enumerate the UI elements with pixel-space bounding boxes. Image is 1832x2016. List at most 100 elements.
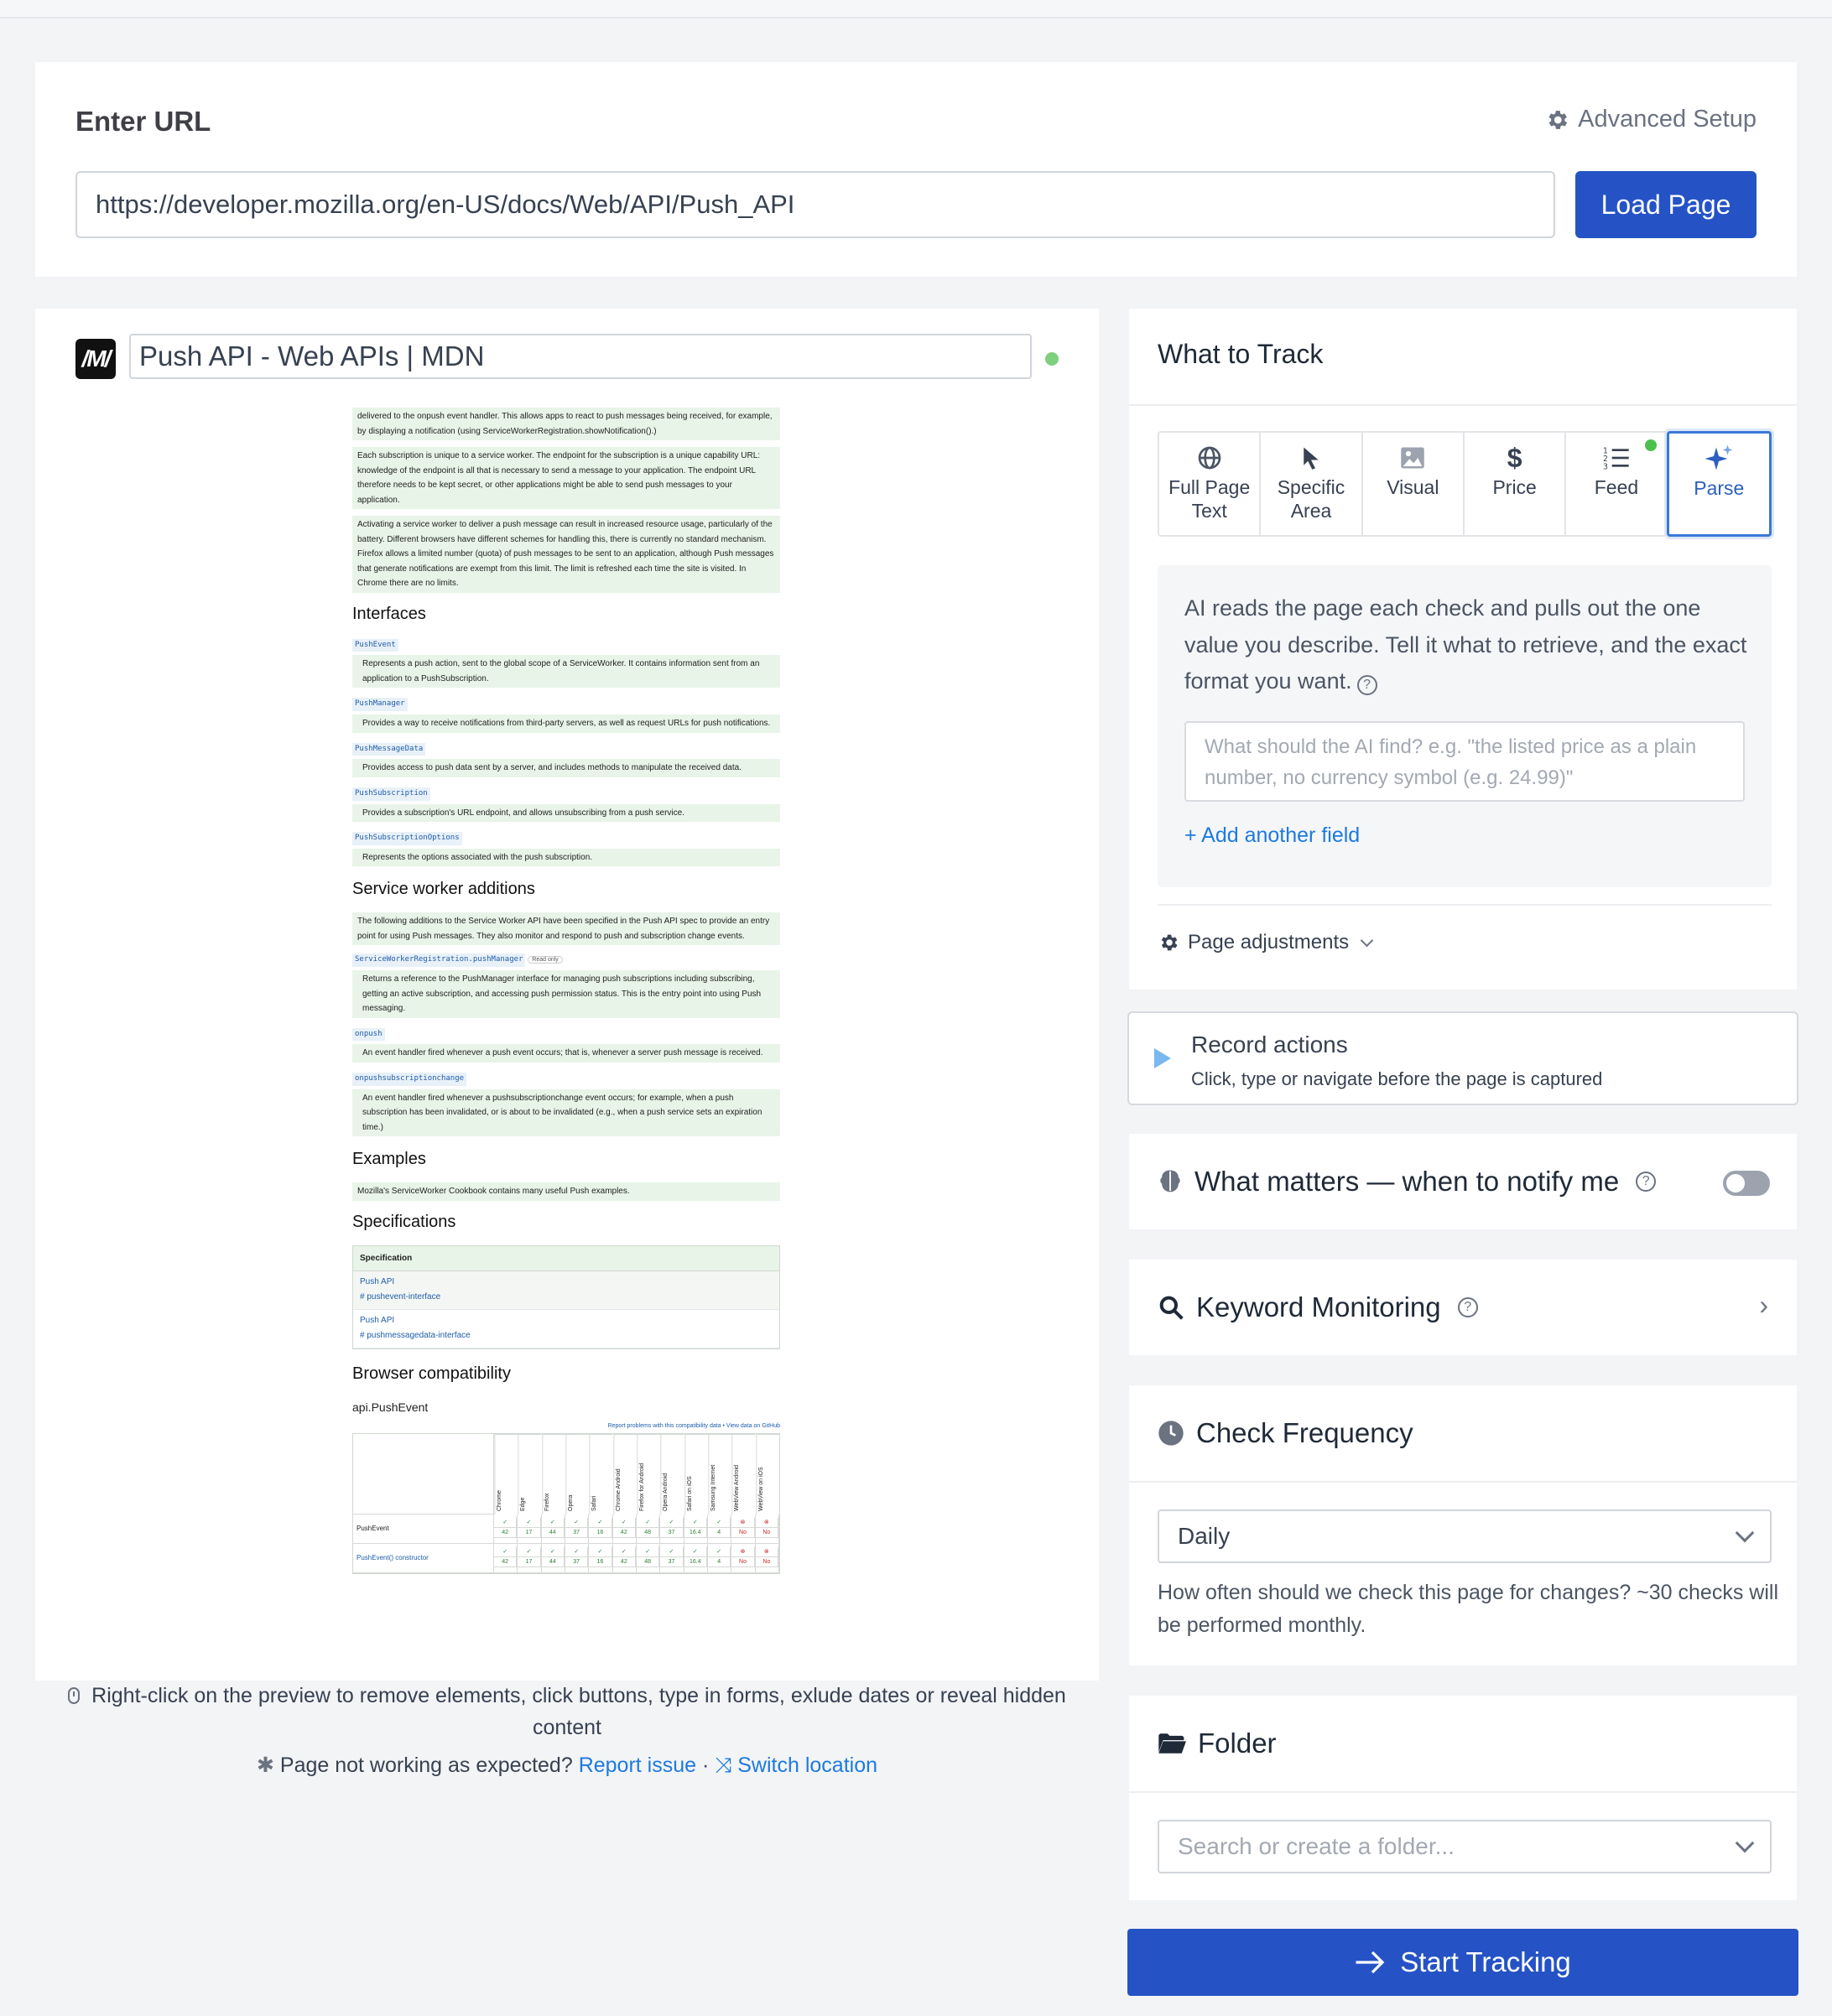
compat-cell[interactable]: ✓ 44	[541, 1514, 565, 1544]
mode-feed[interactable]: 123 Feed	[1566, 433, 1668, 535]
cross-icon: ⊗	[755, 1546, 778, 1557]
check-icon: ✓	[684, 1517, 707, 1528]
compat-version: 44	[541, 1527, 565, 1539]
page-title-field[interactable]: Push API - Web APIs | MDN	[129, 334, 1032, 379]
check-icon: ✓	[518, 1546, 541, 1557]
chevron-right-icon: ›	[1759, 1290, 1768, 1320]
notify-toggle[interactable]	[1723, 1171, 1770, 1196]
chevron-down-icon	[1735, 1833, 1755, 1853]
spec-name: Push API	[360, 1316, 395, 1325]
mode-parse[interactable]: Parse	[1666, 431, 1772, 537]
compat-cell[interactable]: ✓ 16.4	[684, 1514, 708, 1544]
compat-browser-header: Samsung Internet	[708, 1433, 732, 1515]
compat-cell[interactable]: ⊗ No	[755, 1543, 779, 1573]
doc-term[interactable]: PushSubscription	[352, 787, 430, 801]
compat-browser-header: Edge	[518, 1433, 542, 1515]
mode-full-page-text[interactable]: Full Page Text	[1159, 433, 1262, 535]
doc-term[interactable]: onpushsubscriptionchange	[352, 1072, 467, 1086]
chevron-down-icon	[1360, 933, 1374, 947]
compat-cell[interactable]: ✓ 4	[708, 1543, 732, 1573]
compat-cell[interactable]: ✓ 48	[637, 1514, 661, 1544]
list-icon: 123	[1603, 447, 1629, 470]
compat-version: 48	[637, 1556, 660, 1568]
help-icon[interactable]: ?	[1457, 1297, 1478, 1317]
page-adjustments-toggle[interactable]: Page adjustments	[1158, 931, 1374, 954]
check-icon: ✓	[565, 1546, 589, 1557]
compat-cell[interactable]: ✓ 37	[565, 1514, 590, 1544]
doc-term[interactable]: PushMessageData	[352, 742, 426, 756]
compat-cell[interactable]: ⊗ No	[731, 1543, 756, 1573]
help-icon[interactable]: ?	[1636, 1172, 1657, 1192]
compat-version: 42	[612, 1527, 636, 1539]
folder-search-input[interactable]: Search or create a folder...	[1158, 1820, 1772, 1873]
compat-cell[interactable]: ⊗ No	[731, 1514, 756, 1544]
compat-cell[interactable]: ✓ 16	[589, 1543, 613, 1573]
compat-cell[interactable]: ✓ 48	[637, 1543, 661, 1573]
compat-version: 16.4	[684, 1556, 707, 1568]
compat-cell[interactable]: ⊗ No	[755, 1514, 779, 1544]
compat-cell[interactable]: ✓ 42	[612, 1514, 637, 1544]
compat-version: 4	[708, 1527, 731, 1539]
compat-links[interactable]: Report problems with this compatibility …	[352, 1421, 780, 1431]
load-page-button[interactable]: Load Page	[1575, 171, 1757, 238]
mouse-icon	[68, 1687, 81, 1704]
doc-term[interactable]: PushSubscriptionOptions	[352, 832, 462, 845]
url-input[interactable]	[75, 171, 1555, 238]
divider	[1158, 904, 1772, 906]
compat-cell[interactable]: ✓ 37	[660, 1543, 684, 1573]
doc-term[interactable]: PushEvent	[352, 638, 398, 652]
compat-cell[interactable]: ✓ 16.4	[684, 1543, 708, 1573]
report-issue-link[interactable]: Report issue	[579, 1754, 696, 1777]
record-actions-card[interactable]: Record actions Click, type or navigate b…	[1127, 1011, 1798, 1105]
compat-version: 44	[541, 1556, 565, 1568]
keyword-card[interactable]: Keyword Monitoring? ›	[1129, 1260, 1797, 1355]
help-icon[interactable]: ?	[1356, 675, 1377, 696]
compat-version: 17	[518, 1527, 541, 1539]
doc-definition: An event handler fired whenever a pushsu…	[352, 1089, 780, 1136]
compat-row-name: PushEvent	[353, 1514, 494, 1544]
compat-cell[interactable]: ✓ 42	[494, 1543, 518, 1573]
compat-cell[interactable]: ✓ 42	[612, 1543, 637, 1573]
doc-heading: Specifications	[352, 1212, 456, 1231]
notify-title-row: What matters — when to notify me?	[1158, 1134, 1657, 1229]
compat-cell[interactable]: ✓ 37	[660, 1514, 684, 1544]
parse-query-input[interactable]: What should the AI find? e.g. "the liste…	[1184, 721, 1745, 802]
add-field-link[interactable]: + Add another field	[1184, 824, 1360, 848]
gear-icon	[1548, 110, 1568, 129]
mode-price[interactable]: $ Price	[1465, 433, 1567, 535]
compat-version: 37	[660, 1556, 684, 1568]
url-title: Enter URL	[75, 106, 211, 137]
compat-browser-header: WebView on iOS	[755, 1433, 779, 1515]
advanced-setup-link[interactable]: Advanced Setup	[1544, 106, 1757, 133]
switch-location-link[interactable]: Switch location	[737, 1754, 877, 1777]
svg-text:3: 3	[1603, 462, 1608, 470]
compat-cell[interactable]: ✓ 42	[494, 1514, 518, 1544]
compat-browser-header: Safari	[589, 1433, 613, 1515]
compat-cell[interactable]: ✓ 4	[708, 1514, 732, 1544]
page-preview[interactable]: delivered to the onpush event handler. T…	[352, 408, 780, 1681]
compat-cell[interactable]: ✓ 17	[518, 1514, 542, 1544]
compat-cell[interactable]: ✓ 16	[589, 1514, 613, 1544]
doc-term[interactable]: onpush	[352, 1027, 385, 1042]
compat-cell[interactable]: ✓ 37	[565, 1543, 590, 1573]
doc-definition: An event handler fired whenever a push e…	[352, 1044, 780, 1063]
start-tracking-button[interactable]: Start Tracking	[1127, 1929, 1798, 1996]
compat-version: No	[755, 1527, 778, 1539]
parse-panel: AI reads the page each check and pulls o…	[1158, 565, 1772, 887]
divider	[1129, 1791, 1797, 1793]
spec-row[interactable]: Push API # pushevent-interface	[353, 1271, 779, 1310]
frequency-select[interactable]: Daily	[1158, 1509, 1772, 1563]
doc-definition: Represents a push action, sent to the gl…	[352, 655, 780, 688]
mode-specific-area[interactable]: Specific Area	[1261, 433, 1363, 535]
cross-icon: ⊗	[731, 1546, 755, 1557]
mode-visual[interactable]: Visual	[1363, 433, 1465, 535]
separator: ·	[702, 1754, 710, 1777]
doc-term[interactable]: PushManager	[352, 698, 408, 711]
compat-cell[interactable]: ✓ 44	[541, 1543, 565, 1573]
compat-browser-header: Chrome	[494, 1433, 518, 1515]
compat-version: 16.4	[684, 1527, 707, 1539]
compat-cell[interactable]: ✓ 17	[518, 1543, 542, 1573]
spec-row[interactable]: Push API # pushmessagedata-interface	[353, 1310, 779, 1348]
mode-label: Full Page Text	[1168, 476, 1251, 522]
doc-term[interactable]: ServiceWorkerRegistration.pushManager	[352, 953, 526, 967]
